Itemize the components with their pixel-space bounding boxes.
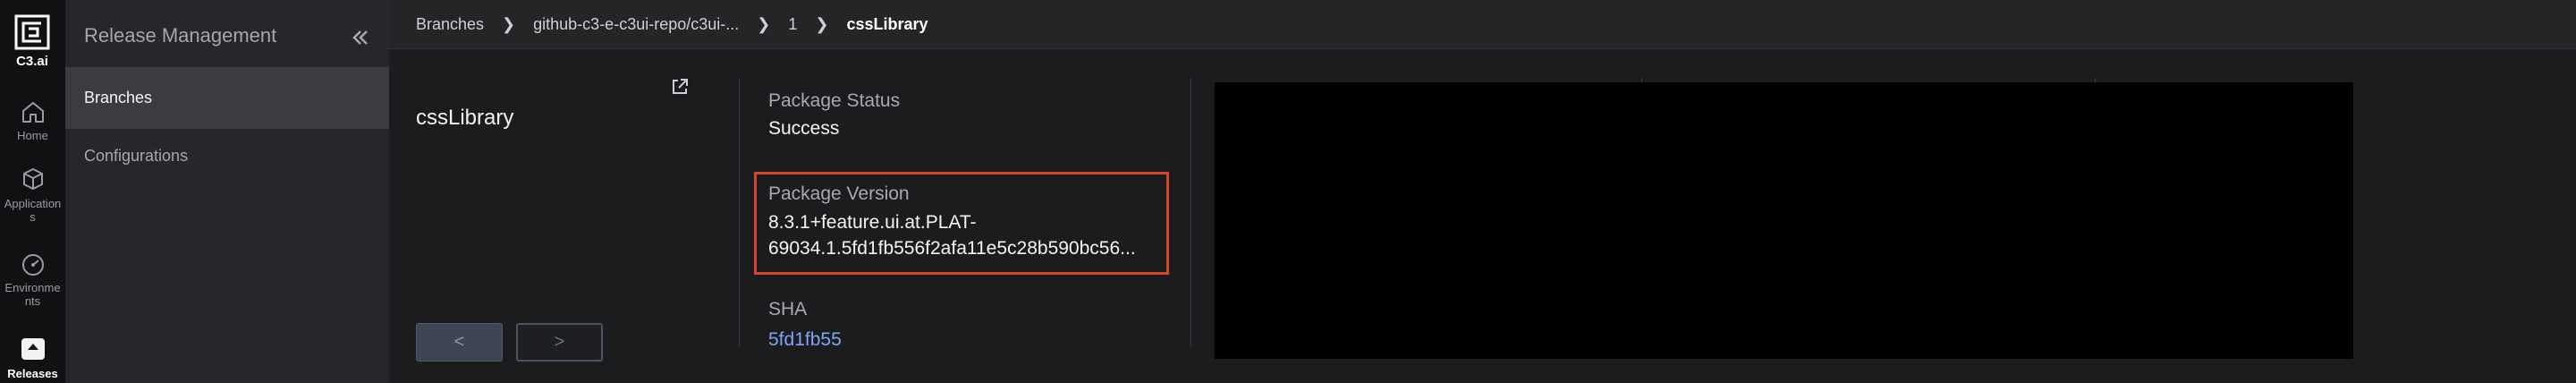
cube-icon [22,168,43,190]
rail-item-label: Home [17,129,48,142]
rail-item-releases[interactable]: Releases [0,338,65,380]
rail-item-label: Releases [7,367,58,380]
breadcrumb-branches[interactable]: Branches [416,15,484,34]
home-icon [21,102,44,123]
rail-item-label: Applications [4,197,62,224]
logo-text: C3.ai [16,54,48,69]
subnav-item-configurations[interactable]: Configurations [65,125,389,187]
package-name: cssLibrary [416,106,514,130]
secondary-nav: Release Management Branches Configuratio… [65,0,389,383]
package-version-line1: 8.3.1+feature.ui.at.PLAT- [768,212,977,233]
releases-icon [21,338,45,360]
sha-label: SHA [768,299,808,319]
c3ai-logo[interactable]: C3.ai [13,14,52,69]
sha-link[interactable]: 5fd1fb55 [768,327,842,353]
package-version-line2: 69034.1.5fd1fb556f2afa11e5c28b590bc56... [768,238,1136,259]
external-link-icon[interactable] [669,76,691,98]
package-status-label: Package Status [768,90,901,111]
preview-panel [1215,82,2353,359]
rail-item-label: Environments [4,281,61,308]
column-divider [739,78,740,346]
breadcrumb-version[interactable]: 1 [788,15,797,34]
gauge-icon [21,254,44,276]
chevron-right-icon: ❯ [757,14,771,33]
breadcrumb: Branches ❯ github-c3-e-c3ui-repo/c3ui-..… [389,0,2576,49]
icon-rail: C3.ai Home Applications Environments Rel… [0,0,65,383]
rail-item-applications[interactable]: Applications [0,166,65,224]
subnav-title: Release Management [84,24,277,47]
package-version-label: Package Version [768,183,910,204]
c3-logo-icon [14,14,50,50]
main-content: cssLibrary Package Status Success Packag… [389,49,2576,383]
breadcrumb-current: cssLibrary [846,14,928,33]
rail-item-home[interactable]: Home [0,100,65,142]
collapse-sidebar-icon[interactable] [350,27,371,48]
package-status-value: Success [768,118,840,139]
chevron-right-icon: ❯ [502,14,516,33]
previous-button[interactable]: < [416,323,503,362]
breadcrumb-repo[interactable]: github-c3-e-c3ui-repo/c3ui-... [533,15,739,34]
subnav-item-branches[interactable]: Branches [65,67,389,129]
next-button[interactable]: > [516,323,603,362]
chevron-right-icon: ❯ [815,14,829,33]
rail-item-environments[interactable]: Environments [0,252,65,308]
